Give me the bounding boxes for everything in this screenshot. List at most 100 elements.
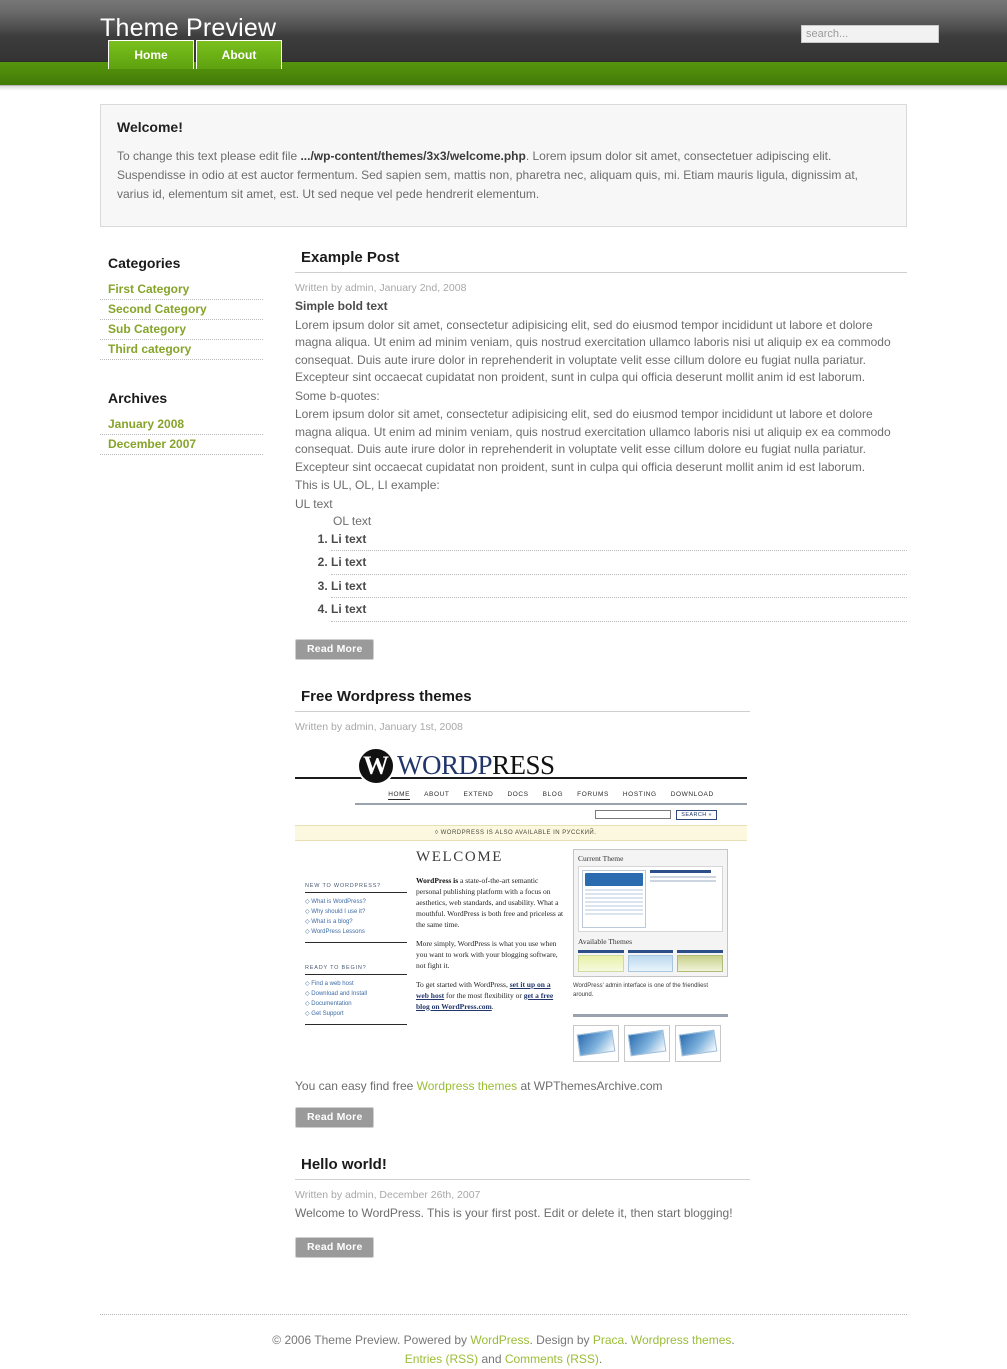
- wp-nav-about: ABOUT: [424, 790, 450, 798]
- list-item: Find a web host: [305, 979, 407, 989]
- post-bquote-label: Some b-quotes:: [295, 388, 380, 403]
- read-more-button[interactable]: Read More: [295, 1237, 375, 1258]
- list-item: Download and Install: [305, 989, 407, 999]
- unordered-list: UL text: [295, 496, 907, 514]
- post-meta: Written by admin, January 1st, 2008: [295, 720, 463, 733]
- search-form: [801, 25, 939, 43]
- sidebar-item-december-2007[interactable]: December 2007: [108, 437, 196, 451]
- wp-middle-column: WELCOME WordPress is a state-of-the-art …: [416, 849, 564, 1062]
- nav-tab-about-label: About: [221, 48, 257, 62]
- list-item[interactable]: Sub Category: [100, 320, 263, 340]
- wp-search-input: [595, 810, 672, 819]
- nav-tab-home[interactable]: Home: [108, 40, 194, 69]
- footer-link-wordpress-themes[interactable]: Wordpress themes: [631, 1333, 731, 1347]
- list-item[interactable]: December 2007: [100, 435, 263, 455]
- footer-end: .: [598, 1352, 603, 1366]
- ul-item: UL text: [295, 496, 333, 511]
- footer-link-comments-rss[interactable]: Comments (RSS): [505, 1352, 599, 1366]
- footer-mid-1: . Design by: [529, 1333, 593, 1347]
- wp-thumb-line: [585, 892, 643, 895]
- wp-mini-image: [576, 1029, 616, 1057]
- list-item[interactable]: First Category: [100, 280, 263, 300]
- wp-mini-image: [627, 1029, 667, 1057]
- wp-admin-panel: Current Theme Available Themes: [573, 848, 728, 977]
- post-title[interactable]: Example Post: [295, 249, 907, 273]
- wp-search-row: SEARCH »: [295, 805, 747, 825]
- list-item[interactable]: Second Category: [100, 300, 263, 320]
- footer-and: and: [478, 1352, 505, 1366]
- caption-before: You can easy find free: [295, 1078, 417, 1093]
- wp-theme-swatch: [627, 954, 674, 972]
- wp-welcome-heading: WELCOME: [416, 848, 504, 865]
- wp-nav-home: HOME: [388, 790, 411, 800]
- wp-thumb-line: [585, 908, 643, 911]
- list-item: What is WordPress?: [305, 897, 407, 907]
- page-title: Theme Preview: [100, 14, 277, 42]
- wp-available-theme: [677, 949, 724, 972]
- wp-thumb-line: [585, 912, 643, 915]
- post-title[interactable]: Free Wordpress themes: [295, 688, 750, 712]
- list-item: Li text: [331, 601, 907, 622]
- post-caption: You can easy find free Wordpress themes …: [295, 1079, 907, 1093]
- wp-left-column: NEW TO WORDPRESS? What is WordPress? Why…: [305, 849, 407, 1062]
- wp-theme-desc-line: [650, 875, 716, 878]
- list-item[interactable]: January 2008: [100, 415, 263, 435]
- sidebar-item-second-category[interactable]: Second Category: [108, 302, 207, 316]
- welcome-text-before: To change this text please edit file: [117, 149, 301, 163]
- sidebar-item-january-2008[interactable]: January 2008: [108, 417, 184, 431]
- sidebar-heading-categories: Categories: [108, 255, 181, 271]
- wp-paragraph-1: WordPress is a state-of-the-art semantic…: [416, 875, 564, 930]
- wordpress-themes-link[interactable]: Wordpress themes: [417, 1079, 517, 1093]
- wordpress-screenshot-image: W WORDPRESS HOME ABOUT EXTEND DOCS BLOG …: [295, 746, 747, 1068]
- list-item: Li text: [331, 554, 907, 575]
- post-paragraph-2: Lorem ipsum dolor sit amet, consectetur …: [295, 407, 891, 474]
- sidebar-item-sub-category[interactable]: Sub Category: [108, 322, 186, 336]
- wp-theme-label: [578, 949, 624, 953]
- footer-copyright: © 2006 Theme Preview. Powered by: [272, 1333, 471, 1347]
- wp-thumb-lines: [585, 888, 643, 915]
- wp-links-ready: Find a web host Download and Install Doc…: [305, 979, 407, 1025]
- wp-panel-available-themes: Available Themes: [578, 936, 633, 946]
- sidebar-item-first-category[interactable]: First Category: [108, 282, 189, 296]
- wp-thumb-header: [585, 872, 643, 886]
- wp-thumb-line: [585, 904, 643, 907]
- nav-tab-about[interactable]: About: [196, 40, 282, 69]
- wp-p3-before: To get started with WordPress,: [416, 979, 510, 989]
- search-input[interactable]: [801, 25, 939, 43]
- footer-link-entries-rss[interactable]: Entries (RSS): [405, 1352, 478, 1366]
- list-item: Why should I use it?: [305, 907, 407, 917]
- ordered-list: Li text Li text Li text Li text: [313, 531, 907, 622]
- list-item: What is a blog?: [305, 917, 407, 927]
- post-free-wordpress-themes: Free Wordpress themes Written by admin, …: [295, 688, 907, 1128]
- sidebar: Categories First Category Second Categor…: [100, 249, 295, 1286]
- wp-theme-description: [650, 869, 719, 928]
- wp-mini-thumb: [573, 1024, 619, 1062]
- wp-mini-image: [678, 1029, 718, 1057]
- post-example-post: Example Post Written by admin, January 2…: [295, 249, 907, 660]
- wp-panel-current-theme: Current Theme: [578, 853, 624, 863]
- wp-theme-label: [677, 949, 724, 953]
- post-title[interactable]: Hello world!: [295, 1156, 750, 1180]
- footer-link-wordpress[interactable]: WordPress: [470, 1333, 529, 1347]
- footer-link-praca[interactable]: Praca: [593, 1333, 624, 1347]
- welcome-box: Welcome! To change this text please edit…: [100, 104, 907, 227]
- wp-thumb-line: [585, 888, 643, 891]
- wp-body: NEW TO WORDPRESS? What is WordPress? Why…: [295, 841, 747, 1068]
- wp-kicker-ready: READY TO BEGIN?: [305, 965, 407, 975]
- wp-nav-docs: DOCS: [507, 790, 529, 798]
- wp-paragraph-2: More simply, WordPress is what you use w…: [416, 938, 558, 970]
- wp-nav-blog: BLOG: [542, 790, 564, 798]
- wp-available-themes-row: [578, 949, 724, 972]
- post-paragraph-1: Lorem ipsum dolor sit amet, consectetur …: [295, 317, 891, 385]
- wp-language-banner: ◊ WORDPRESS IS ALSO AVAILABLE IN РУССКИЙ…: [295, 824, 747, 841]
- wp-theme-swatch: [578, 954, 624, 972]
- wp-links-new: What is WordPress? Why should I use it? …: [305, 897, 407, 943]
- read-more-button[interactable]: Read More: [295, 638, 375, 660]
- main-navigation: Home About: [0, 40, 1007, 86]
- wordpress-logo: W WORDPRESS: [357, 746, 555, 785]
- list-item[interactable]: Third category: [100, 340, 263, 360]
- wp-thumb-line: [585, 896, 643, 899]
- sidebar-item-third-category[interactable]: Third category: [108, 342, 191, 356]
- site-footer: © 2006 Theme Preview. Powered by WordPre…: [100, 1314, 907, 1369]
- read-more-button[interactable]: Read More: [295, 1106, 375, 1128]
